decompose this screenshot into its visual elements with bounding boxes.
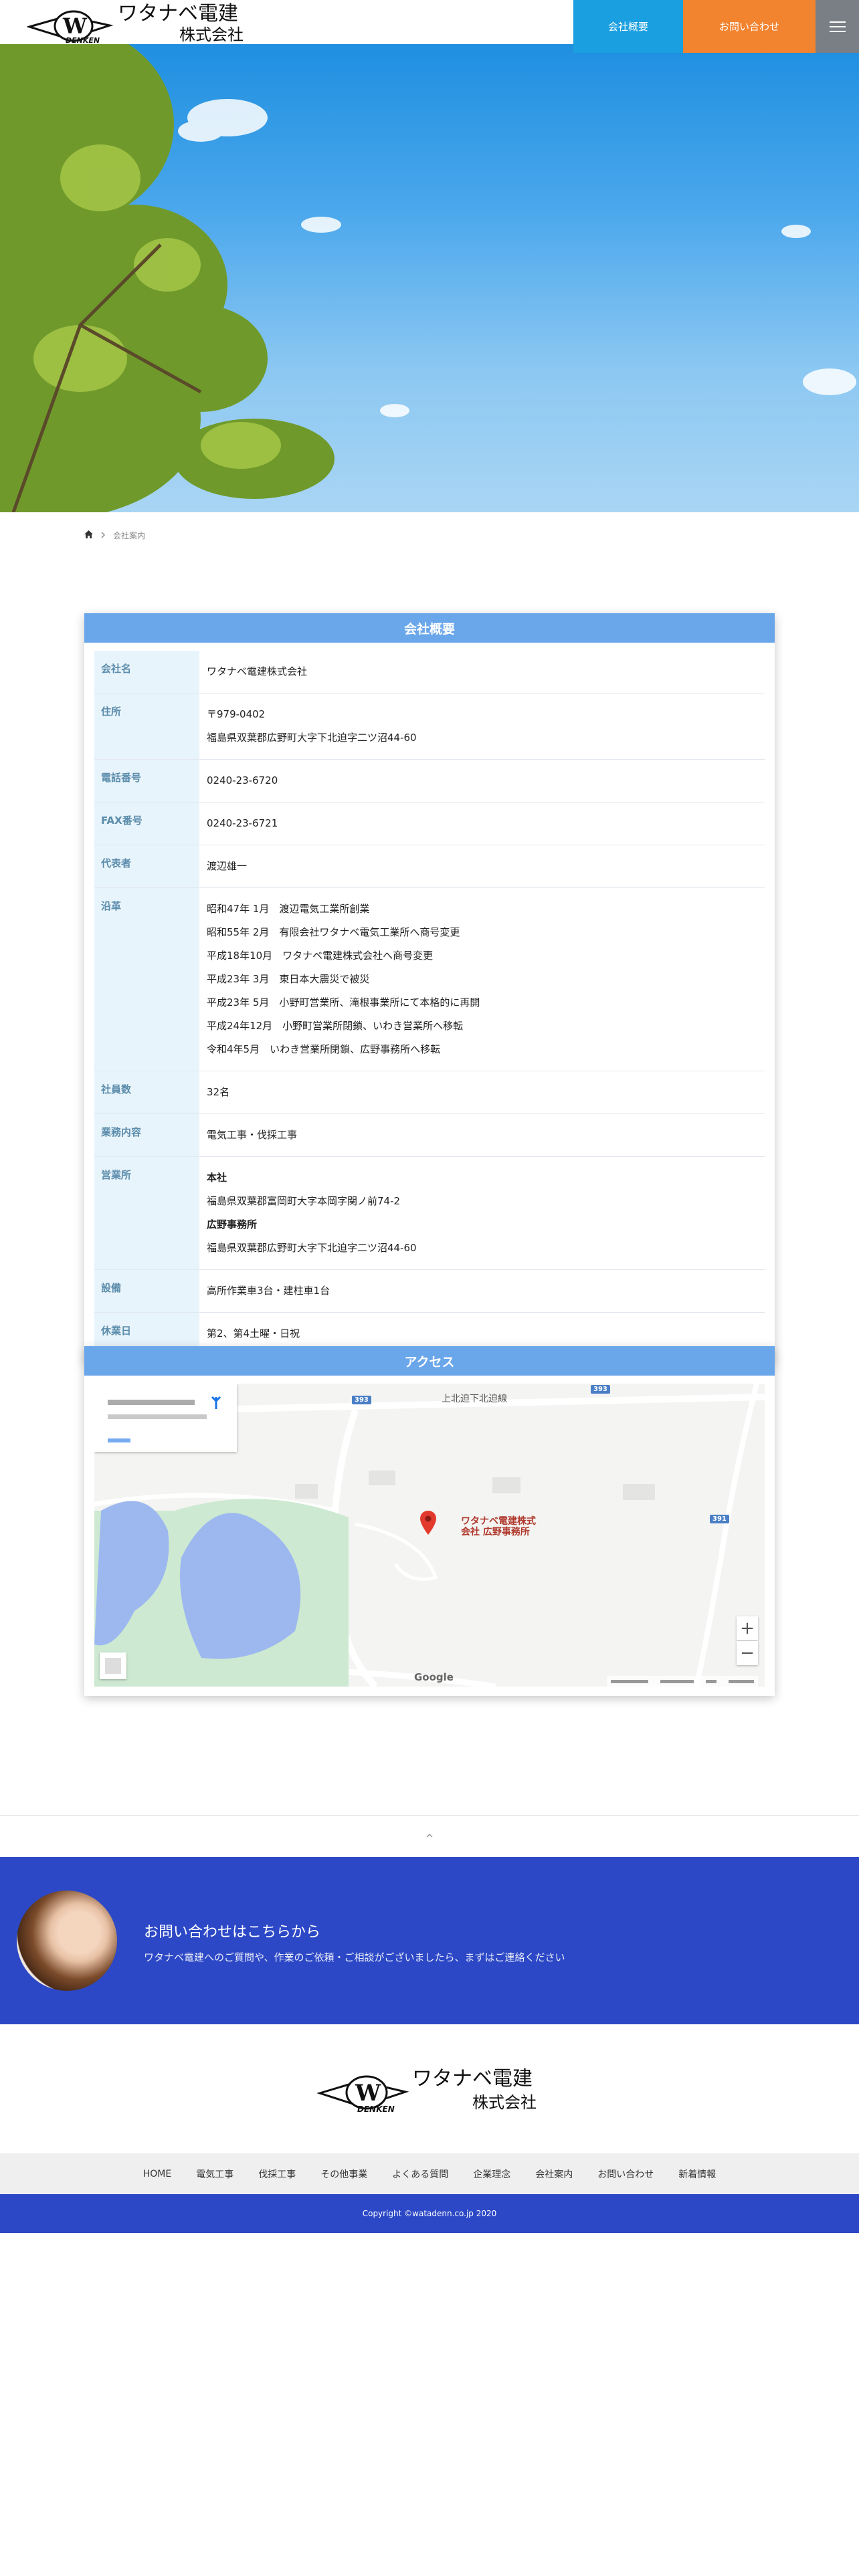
map-place-card[interactable] <box>94 1384 237 1452</box>
chevron-up-icon[interactable] <box>423 1830 436 1840</box>
table-row: 住所 〒979-0402 福島県双葉郡広野町大字下北迫字二ツ沼44-60 <box>94 693 765 760</box>
company-overview-section: 会社概要 会社名 ワタナベ電建株式会社 住所 〒979-0402 福島県双葉郡広… <box>84 613 775 1364</box>
access-title: アクセス <box>84 1346 775 1376</box>
logo-mark-word: DENKEN <box>357 2105 395 2114</box>
row-label: 社員数 <box>94 1071 199 1113</box>
google-logo: Google <box>414 1671 454 1683</box>
route-number-badge: 393 <box>591 1385 610 1394</box>
row-value: ワタナベ電建株式会社 <box>207 665 308 677</box>
row-label: 沿革 <box>94 888 199 1071</box>
map-pin-icon[interactable] <box>420 1511 436 1537</box>
company-overview-title: 会社概要 <box>84 613 775 643</box>
logo-text-line1: ワタナベ電建 <box>412 2067 533 2090</box>
zoom-out-button[interactable]: − <box>737 1641 758 1665</box>
hamburger-icon[interactable] <box>816 0 859 53</box>
row-label: 会社名 <box>94 651 199 693</box>
logo-text-line1: ワタナベ電建 <box>118 2 238 25</box>
home-icon[interactable] <box>84 530 93 540</box>
row-value: 高所作業車3台・建柱車1台 <box>207 1285 330 1297</box>
row-value: 昭和47年 1月 渡辺電気工業所創業 昭和55年 2月 有限会社ワタナベ電気工業… <box>207 903 480 1055</box>
row-label: 営業所 <box>94 1157 199 1269</box>
footer-link-news[interactable]: 新着情報 <box>678 2167 716 2181</box>
hero-image <box>0 44 859 512</box>
logo-mark-letter: W <box>62 13 88 39</box>
larger-map-link[interactable] <box>108 1438 130 1442</box>
table-row: 会社名 ワタナベ電建株式会社 <box>94 651 765 693</box>
logo-mark-letter: W <box>355 2080 381 2107</box>
table-row: FAX番号 0240-23-6721 <box>94 802 765 845</box>
row-value: 本社 福島県双葉郡富岡町大字本岡字関ノ前74-2 広野事務所 福島県双葉郡広野町… <box>207 1172 417 1254</box>
row-label: 住所 <box>94 693 199 759</box>
row-value: 渡辺雄一 <box>207 860 248 872</box>
footer-link-electrical-work[interactable]: 電気工事 <box>196 2167 233 2181</box>
map-pin-label: ワタナベ電建株式 会社 広野事務所 <box>461 1516 536 1537</box>
row-label: 業務内容 <box>94 1114 199 1156</box>
place-name-line <box>108 1400 195 1405</box>
footer-link-tree-felling[interactable]: 伐採工事 <box>258 2167 296 2181</box>
row-value[interactable]: 0240-23-6720 <box>199 760 765 802</box>
chevron-right-icon <box>101 531 106 540</box>
logo-text-line2: 株式会社 <box>179 25 244 44</box>
row-value: 電気工事・伐採工事 <box>207 1129 298 1141</box>
section-divider <box>0 1815 859 1816</box>
route-number-badge: 393 <box>352 1396 371 1404</box>
nav-company-overview-button[interactable]: 会社概要 <box>573 0 683 53</box>
map-attribution[interactable] <box>607 1676 758 1687</box>
table-row: 営業所 本社 福島県双葉郡富岡町大字本岡字関ノ前74-2 広野事務所 福島県双葉… <box>94 1157 765 1270</box>
nav-contact-button[interactable]: お問い合わせ <box>683 0 816 53</box>
table-row: 社員数 32名 <box>94 1071 765 1114</box>
directions-icon[interactable] <box>209 1396 223 1413</box>
footer-link-home[interactable]: HOME <box>143 2169 171 2179</box>
contact-subtitle: ワタナベ電建へのご質問や、作業のご依頼・ご相談がございましたら、まずはご連絡くだ… <box>144 1951 565 1963</box>
site-logo[interactable]: W DENKEN ワタナベ電建 株式会社 <box>25 1 248 45</box>
row-value: 〒979-0402 福島県双葉郡広野町大字下北迫字二ツ沼44-60 <box>207 708 417 744</box>
row-label: 代表者 <box>94 845 199 887</box>
logo-mark-word: DENKEN <box>66 36 100 45</box>
footer-link-contact[interactable]: お問い合わせ <box>597 2167 654 2181</box>
table-row: 沿革 昭和47年 1月 渡辺電気工業所創業 昭和55年 2月 有限会社ワタナベ電… <box>94 888 765 1071</box>
footer-link-other-business[interactable]: その他事業 <box>320 2167 367 2181</box>
contact-banner[interactable]: お問い合わせはこちらから ワタナベ電建へのご質問や、作業のご依頼・ご相談がござい… <box>0 1857 859 2024</box>
footer-nav: HOME 電気工事 伐採工事 その他事業 よくある質問 企業理念 会社案内 お問… <box>0 2153 859 2194</box>
footer-copyright: Copyright ©watadenn.co.jp 2020 <box>0 2194 859 2233</box>
breadcrumb-current: 会社案内 <box>113 531 146 540</box>
table-row: 電話番号 0240-23-6720 <box>94 760 765 802</box>
route-number-badge: 391 <box>710 1515 729 1523</box>
access-section: アクセス 上北迫下北迫線 393 393 391 ワタナベ電建株式 会社 広野事… <box>84 1346 775 1696</box>
zoom-in-button[interactable]: + <box>737 1616 758 1640</box>
footer-link-company[interactable]: 会社案内 <box>535 2167 573 2181</box>
table-row: 設備 高所作業車3台・建柱車1台 <box>94 1270 765 1313</box>
row-value: 32名 <box>207 1086 230 1098</box>
logo-text-line2: 株式会社 <box>472 2093 537 2112</box>
place-address-line <box>108 1414 207 1419</box>
footer-logo[interactable]: W DENKEN ワタナベ電建 株式会社 <box>316 2061 542 2115</box>
company-info-table: 会社名 ワタナベ電建株式会社 住所 〒979-0402 福島県双葉郡広野町大字下… <box>94 651 765 1355</box>
row-label: 電話番号 <box>94 760 199 802</box>
footer-link-philosophy[interactable]: 企業理念 <box>473 2167 510 2181</box>
contact-title[interactable]: お問い合わせはこちらから <box>144 1920 320 1941</box>
table-row: 代表者 渡辺雄一 <box>94 845 765 888</box>
footer-link-faq[interactable]: よくある質問 <box>392 2167 448 2181</box>
table-row: 業務内容 電気工事・伐採工事 <box>94 1114 765 1157</box>
row-value: 0240-23-6721 <box>207 817 278 829</box>
row-label: 設備 <box>94 1270 199 1312</box>
street-view-icon[interactable] <box>100 1652 126 1679</box>
google-map[interactable]: 上北迫下北迫線 393 393 391 ワタナベ電建株式 会社 広野事務所 + … <box>94 1384 765 1687</box>
row-label: FAX番号 <box>94 802 199 845</box>
map-road-label: 上北迫下北迫線 <box>442 1394 507 1404</box>
contact-photo <box>17 1891 117 1991</box>
breadcrumb: 会社案内 <box>84 530 145 541</box>
site-header: W DENKEN ワタナベ電建 株式会社 会社概要 お問い合わせ <box>0 0 859 53</box>
